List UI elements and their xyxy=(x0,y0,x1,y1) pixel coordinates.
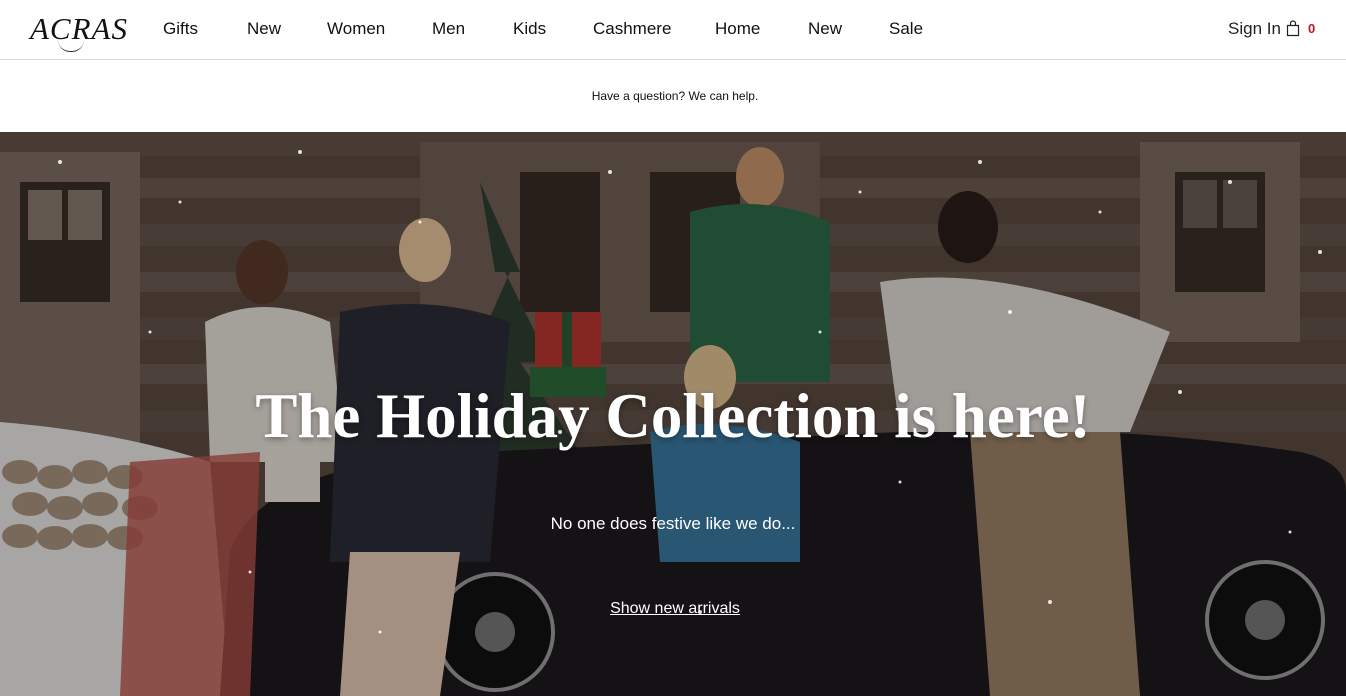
site-header: ACRAS Gifts New Women Men Kids Cashmere … xyxy=(0,0,1346,60)
nav-item-kids[interactable]: Kids xyxy=(513,19,546,39)
logo-swash xyxy=(58,40,84,52)
sign-in-link[interactable]: Sign In xyxy=(1228,19,1281,39)
help-bar: Have a question? We can help. xyxy=(0,61,1346,132)
nav-item-men[interactable]: Men xyxy=(432,19,465,39)
nav-item-new[interactable]: New xyxy=(247,19,281,39)
nav-item-home[interactable]: Home xyxy=(715,19,760,39)
shopping-bag-icon[interactable] xyxy=(1286,20,1300,37)
nav-item-women[interactable]: Women xyxy=(327,19,385,39)
hero-banner: The Holiday Collection is here! No one d… xyxy=(0,132,1346,696)
show-new-arrivals-link[interactable]: Show new arrivals xyxy=(610,600,740,617)
show-new-arrivals-link-wrap: Show new arrivals xyxy=(0,599,1346,619)
nav-item-new-2[interactable]: New xyxy=(808,19,842,39)
nav-item-cashmere[interactable]: Cashmere xyxy=(593,19,671,39)
hero-subtitle: No one does festive like we do... xyxy=(550,514,796,533)
help-link[interactable]: Have a question? We can help. xyxy=(0,89,1346,103)
bag-count-badge[interactable]: 0 xyxy=(1308,22,1315,36)
hero-title: The Holiday Collection is here! xyxy=(255,381,1091,451)
nav-item-gifts[interactable]: Gifts xyxy=(163,19,198,39)
nav-item-sale[interactable]: Sale xyxy=(889,19,923,39)
